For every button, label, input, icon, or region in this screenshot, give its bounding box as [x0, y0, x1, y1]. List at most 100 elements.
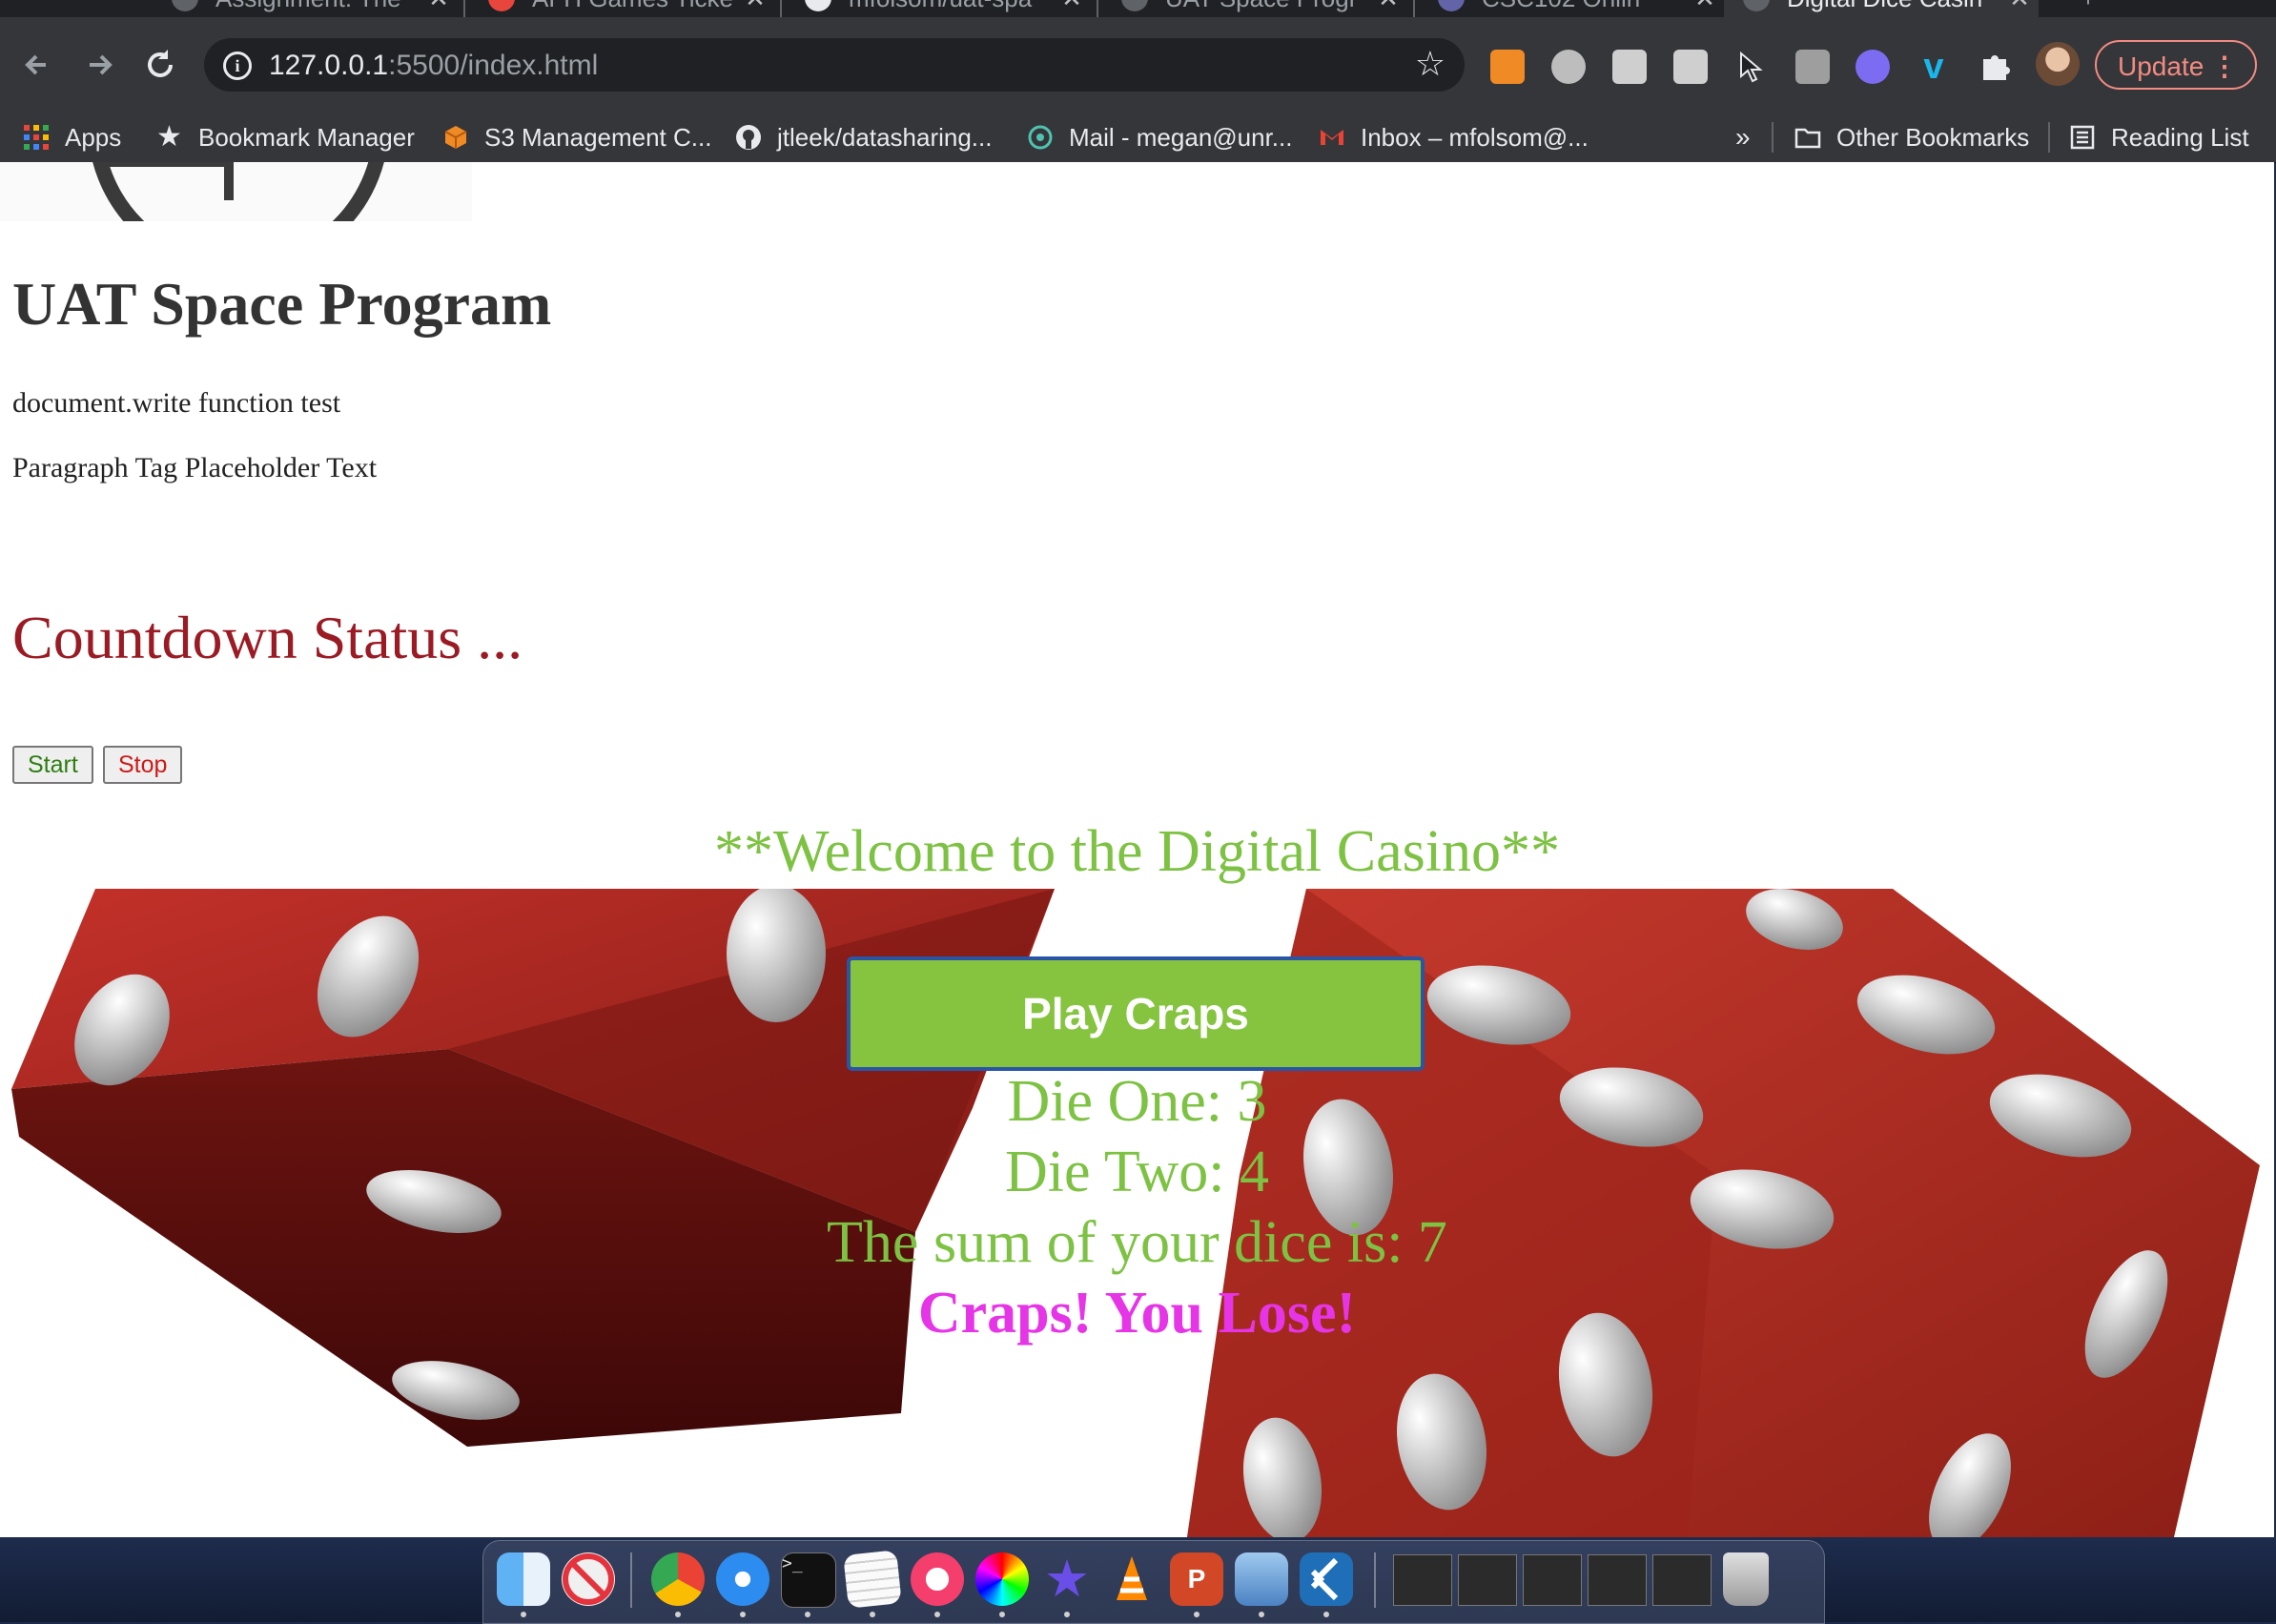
play-craps-button[interactable]: Play Craps — [847, 956, 1425, 1071]
tab-divider — [1097, 0, 1098, 17]
dock-divider — [630, 1552, 632, 1608]
url-path: :5500/index.html — [388, 50, 599, 81]
color-picker-icon[interactable] — [975, 1552, 1029, 1606]
vscode-icon[interactable] — [1300, 1552, 1353, 1606]
minimized-window[interactable] — [1458, 1554, 1517, 1606]
game-outcome-message: Craps! You Lose! — [917, 1281, 1357, 1346]
mail-swirl-icon — [1028, 125, 1053, 150]
cursor-extension-icon[interactable] — [1735, 50, 1770, 84]
tab-title: mfolsom/uat-spa — [849, 0, 1053, 13]
tab-csc102[interactable]: CSC102 Onlin ✕ — [1419, 0, 1724, 17]
bookmark-other-bookmarks[interactable]: Other Bookmarks — [1794, 113, 2029, 162]
close-icon[interactable]: ✕ — [1053, 0, 1091, 13]
bookmark-label: jtleek/datasharing... — [777, 122, 993, 152]
tab-github-repo[interactable]: mfolsom/uat-spa ✕ — [786, 0, 1091, 17]
dock-divider — [1374, 1552, 1376, 1608]
space-program-logo — [0, 162, 472, 275]
info-icon[interactable]: i — [223, 51, 252, 80]
music-icon[interactable] — [911, 1552, 964, 1606]
macos-dock: >_ ★ P — [482, 1540, 1825, 1624]
tab-uat-space[interactable]: UAT Space Progr ✕ — [1102, 0, 1407, 17]
minimized-window[interactable] — [1393, 1554, 1452, 1606]
tab-digital-dice[interactable]: Digital Dice Casin ✕ — [1724, 0, 2039, 17]
bookmarks-overflow-button[interactable]: » — [1735, 113, 1751, 162]
dice-sum-result: The sum of your dice is: 7 — [827, 1210, 1447, 1275]
bookmark-inbox-mfolsom[interactable]: Inbox – mfolsom@... — [1319, 113, 1589, 162]
close-icon[interactable]: ✕ — [1686, 0, 1724, 13]
tab-title: UAT Space Progr — [1165, 0, 1369, 13]
textedit-icon[interactable] — [843, 1550, 902, 1609]
trello-extension-icon[interactable] — [1612, 50, 1647, 84]
close-icon[interactable]: ✕ — [2000, 0, 2039, 13]
die-two-result: Die Two: 4 — [1005, 1140, 1269, 1204]
page-viewport: UAT Space Program document.write functio… — [0, 162, 2274, 1537]
running-indicator — [870, 1612, 875, 1617]
profile-avatar[interactable] — [2036, 42, 2080, 86]
bookmark-label: Mail - megan@unr... — [1069, 122, 1293, 152]
sparkle-extension-icon[interactable] — [1856, 50, 1890, 84]
url-text[interactable]: 127.0.0.1:5500/index.html — [269, 50, 598, 82]
bookmark-mail-megan[interactable]: Mail - megan@unr... — [1027, 113, 1292, 162]
terminal-icon[interactable]: >_ — [781, 1552, 836, 1608]
stop-button[interactable]: Stop — [103, 746, 183, 784]
screen-extension-icon[interactable] — [1795, 50, 1830, 84]
puzzle-extensions-icon[interactable] — [1978, 50, 2012, 84]
bookmarks-divider — [2048, 122, 2050, 153]
bookmark-jtleek-datasharing[interactable]: jtleek/datasharing... — [735, 113, 992, 162]
imovie-star-icon[interactable]: ★ — [1040, 1552, 1094, 1606]
update-button[interactable]: Update ⋮ — [2095, 40, 2257, 90]
start-button[interactable]: Start — [12, 746, 93, 784]
close-icon[interactable]: ✕ — [1369, 0, 1407, 13]
logo-emblem-icon — [92, 162, 384, 275]
bookmark-label: S3 Management C... — [484, 122, 712, 152]
vimeo-extension-icon[interactable]: v — [1917, 49, 1951, 85]
address-bar[interactable]: i 127.0.0.1:5500/index.html ☆ — [204, 38, 1465, 92]
tab-favicon-icon — [1743, 0, 1770, 11]
tab-divider — [780, 0, 782, 17]
minimized-window[interactable] — [1652, 1554, 1712, 1606]
chrome-icon[interactable] — [651, 1552, 705, 1606]
powerpoint-icon[interactable]: P — [1170, 1552, 1223, 1606]
running-indicator — [740, 1612, 746, 1617]
reading-list-button[interactable]: Reading List — [2069, 113, 2249, 162]
running-indicator — [999, 1612, 1005, 1617]
bookmark-label: Other Bookmarks — [1836, 122, 2030, 152]
back-button[interactable] — [17, 44, 59, 86]
bookmark-bookmark-manager[interactable]: ★ Bookmark Manager — [156, 113, 415, 162]
plus-icon: + — [2050, 0, 2126, 13]
countdown-status: Countdown Status ... — [12, 604, 523, 671]
tab-afh-games[interactable]: AFH Games Ticke ✕ — [469, 0, 774, 17]
bookmark-label: Reading List — [2111, 122, 2249, 152]
bookmarks-divider — [1772, 122, 1774, 153]
no-entry-icon — [563, 1553, 614, 1605]
preview-icon[interactable] — [1235, 1552, 1288, 1606]
record-extension-icon[interactable] — [1551, 50, 1586, 84]
running-indicator — [675, 1612, 681, 1617]
bookmark-s3-management[interactable]: S3 Management C... — [442, 113, 711, 162]
new-tab-button[interactable]: + — [2050, 0, 2126, 17]
safari-icon[interactable] — [716, 1552, 769, 1606]
minimized-window[interactable] — [1588, 1554, 1647, 1606]
reload-button[interactable] — [139, 44, 181, 86]
minimized-window[interactable] — [1523, 1554, 1582, 1606]
analytics-extension-icon[interactable] — [1490, 50, 1525, 84]
bookmark-apps[interactable]: Apps — [23, 113, 121, 162]
close-icon[interactable]: ✕ — [420, 0, 458, 13]
news-icon[interactable] — [562, 1552, 615, 1606]
bookmark-star-icon[interactable]: ☆ — [1415, 44, 1446, 84]
close-icon[interactable]: ✕ — [736, 0, 774, 13]
forward-button[interactable] — [78, 44, 120, 86]
tab-title: Assignment: The — [215, 0, 420, 13]
grid-extension-icon[interactable] — [1673, 50, 1708, 84]
url-host: 127.0.0.1 — [269, 50, 389, 81]
star-icon: ★ — [156, 121, 182, 153]
bookmark-label: Bookmark Manager — [198, 122, 415, 152]
finder-icon[interactable] — [497, 1552, 550, 1606]
tab-assignment[interactable]: Assignment: The ✕ — [153, 0, 458, 17]
aws-cube-icon — [444, 126, 467, 149]
vlc-icon[interactable] — [1105, 1552, 1159, 1606]
bookmark-label: Apps — [65, 122, 122, 152]
tab-title: Digital Dice Casin — [1787, 0, 2000, 13]
trash-icon[interactable] — [1723, 1552, 1769, 1606]
running-indicator — [1194, 1612, 1200, 1617]
